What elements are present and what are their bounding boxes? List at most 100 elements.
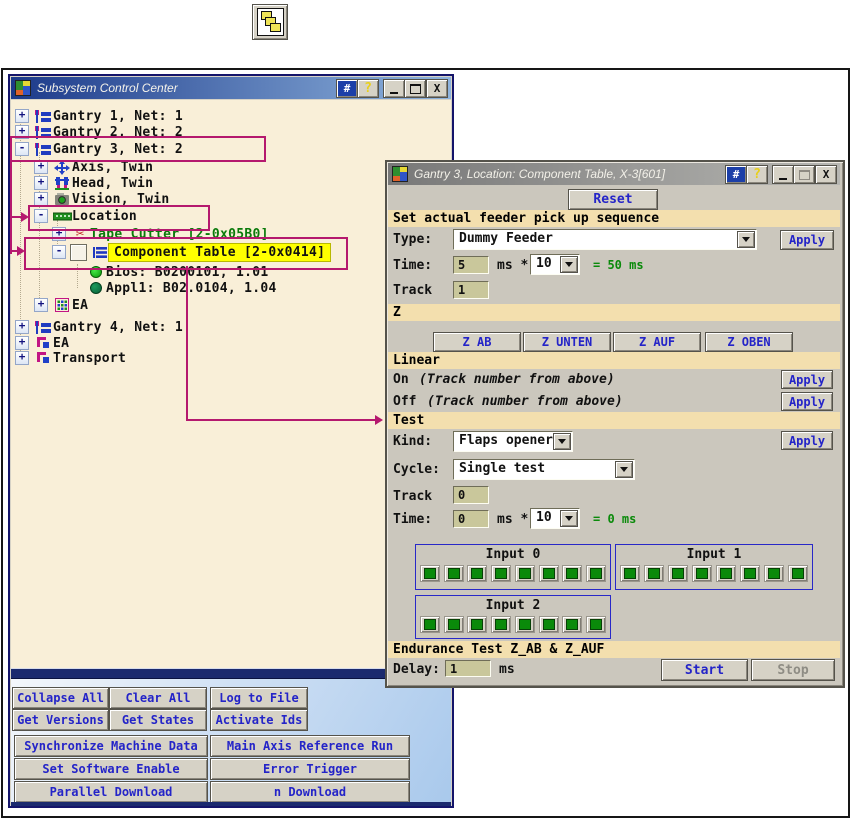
chevron-down-icon[interactable] xyxy=(560,510,578,527)
led-indicator xyxy=(420,616,440,633)
delay-ms-label: ms xyxy=(499,662,515,677)
expand-toggle[interactable]: + xyxy=(34,176,48,190)
linear-on-apply-button[interactable]: Apply xyxy=(781,370,833,389)
window-bottom-bar xyxy=(11,802,451,806)
parallel-download-button[interactable]: Parallel Download xyxy=(14,781,208,803)
close-button[interactable]: X xyxy=(815,165,837,184)
time-multiplier-select[interactable]: 10 xyxy=(530,254,580,275)
maximize-button-disabled[interactable] xyxy=(793,165,815,184)
chevron-down-icon[interactable] xyxy=(615,461,633,478)
kind-select[interactable]: Flaps opener xyxy=(453,431,573,452)
log-to-file-button[interactable]: Log to File xyxy=(210,687,308,709)
endurance-stop-button[interactable]: Stop xyxy=(751,659,835,681)
expand-toggle[interactable]: + xyxy=(34,298,48,312)
tree-item-vision[interactable]: + Vision, Twin xyxy=(34,190,170,208)
linear-section-header: Linear xyxy=(388,352,840,369)
multiplier-value: 10 xyxy=(536,510,552,525)
led-indicator xyxy=(668,565,688,582)
type-apply-button[interactable]: Apply xyxy=(780,230,834,250)
type-select[interactable]: Dummy Feeder xyxy=(453,229,757,250)
test-track-input[interactable]: 0 xyxy=(453,486,489,504)
component-table-bars-icon xyxy=(91,246,108,259)
led-indicator xyxy=(539,565,559,582)
maximize-button[interactable] xyxy=(404,79,426,98)
input-0-group: Input 0 xyxy=(415,544,611,590)
expand-toggle[interactable]: - xyxy=(52,245,66,259)
grid-titlebar-button[interactable]: # xyxy=(336,79,358,98)
activate-ids-button[interactable]: Activate Ids xyxy=(210,709,308,731)
error-trigger-button[interactable]: Error Trigger xyxy=(210,758,410,780)
get-versions-button[interactable]: Get Versions xyxy=(12,709,109,731)
component-table-checkbox[interactable] xyxy=(70,244,87,261)
main-axis-reference-run-button[interactable]: Main Axis Reference Run xyxy=(210,735,410,757)
test-time-input[interactable]: 0 xyxy=(453,510,489,528)
cycle-label: Cycle: xyxy=(393,462,440,477)
delay-input[interactable]: 1 xyxy=(445,660,491,677)
tree-item-transport[interactable]: + Transport xyxy=(15,349,126,367)
expand-toggle[interactable]: + xyxy=(34,192,48,206)
expand-toggle[interactable]: + xyxy=(15,351,29,365)
expand-toggle[interactable]: + xyxy=(52,227,66,241)
get-states-button[interactable]: Get States xyxy=(109,709,207,731)
tree-item-location[interactable]: - Location xyxy=(34,207,137,225)
expand-toggle[interactable]: - xyxy=(15,142,29,156)
tree-item-label: Tape Cutter [2-0x05B0] xyxy=(90,227,269,242)
tree-item-gantry-3[interactable]: - Gantry 3, Net: 2 xyxy=(15,140,183,158)
z-oben-button[interactable]: Z OBEN xyxy=(705,332,793,352)
close-button[interactable]: X xyxy=(426,79,448,98)
expand-toggle[interactable]: + xyxy=(15,336,29,350)
tree-item-label: Gantry 3, Net: 2 xyxy=(53,142,183,157)
test-apply-button[interactable]: Apply xyxy=(781,431,833,450)
tree-item-label-highlighted: Component Table [2-0x0414] xyxy=(108,243,331,262)
clear-all-button[interactable]: Clear All xyxy=(109,687,207,709)
linear-off-apply-button[interactable]: Apply xyxy=(781,392,833,411)
component-table-dialog: Gantry 3, Location: Component Table, X-3… xyxy=(385,160,845,688)
cycle-select[interactable]: Single test xyxy=(453,459,635,480)
tree-item-ea-gantry3[interactable]: + EA xyxy=(34,296,88,314)
track-label: Track xyxy=(393,283,432,298)
led-indicator xyxy=(716,565,736,582)
n-download-button[interactable]: n Download xyxy=(210,781,410,803)
expand-toggle[interactable]: + xyxy=(34,160,48,174)
tree-item-label: Appl1: B02.0104, 1.04 xyxy=(106,281,277,296)
grid-titlebar-button[interactable]: # xyxy=(725,165,747,184)
z-unten-button[interactable]: Z UNTEN xyxy=(523,332,611,352)
cascade-windows-button[interactable] xyxy=(252,4,288,40)
main-titlebar[interactable]: Subsystem Control Center # ? X xyxy=(11,77,451,99)
chevron-down-icon[interactable] xyxy=(560,256,578,273)
linear-off-note: (Track number from above) xyxy=(427,394,623,409)
gantry-icon xyxy=(33,126,53,139)
time-input[interactable]: 5 xyxy=(453,256,489,274)
tree-item-gantry-2[interactable]: + Gantry 2, Net: 2 xyxy=(15,123,183,141)
test-multiplier-select[interactable]: 10 xyxy=(530,508,580,529)
bios-led-icon xyxy=(86,266,106,278)
z-ab-button[interactable]: Z AB xyxy=(433,332,521,352)
minimize-button[interactable] xyxy=(383,79,405,98)
set-software-enable-button[interactable]: Set Software Enable xyxy=(14,758,208,780)
dialog-titlebar[interactable]: Gantry 3, Location: Component Table, X-3… xyxy=(388,163,840,185)
expand-toggle[interactable]: + xyxy=(15,109,29,123)
endurance-start-button[interactable]: Start xyxy=(661,659,748,681)
tree-item-component-table[interactable]: - Component Table [2-0x0414] xyxy=(52,241,331,263)
app-puzzle-icon xyxy=(392,166,408,182)
expand-toggle[interactable]: - xyxy=(34,209,48,223)
transport-node-icon xyxy=(33,352,53,364)
z-auf-button[interactable]: Z AUF xyxy=(613,332,701,352)
input-1-group: Input 1 xyxy=(615,544,813,590)
tape-cutter-scissors-icon: ✂ xyxy=(70,226,90,242)
track-input[interactable]: 1 xyxy=(453,281,489,299)
minimize-button[interactable] xyxy=(772,165,794,184)
led-indicator xyxy=(515,565,535,582)
chevron-down-icon[interactable] xyxy=(737,231,755,248)
tree-item-appl[interactable]: Appl1: B02.0104, 1.04 xyxy=(86,279,277,297)
synchronize-machine-data-button[interactable]: Synchronize Machine Data xyxy=(14,735,208,757)
reset-button[interactable]: Reset xyxy=(568,189,658,210)
ms-times-label: ms * xyxy=(497,258,528,273)
chevron-down-icon[interactable] xyxy=(553,433,571,450)
led-indicator xyxy=(586,616,606,633)
help-titlebar-button[interactable]: ? xyxy=(357,79,379,98)
collapse-all-button[interactable]: Collapse All xyxy=(12,687,109,709)
expand-toggle[interactable]: + xyxy=(15,320,29,334)
expand-toggle[interactable]: + xyxy=(15,125,29,139)
help-titlebar-button[interactable]: ? xyxy=(746,165,768,184)
